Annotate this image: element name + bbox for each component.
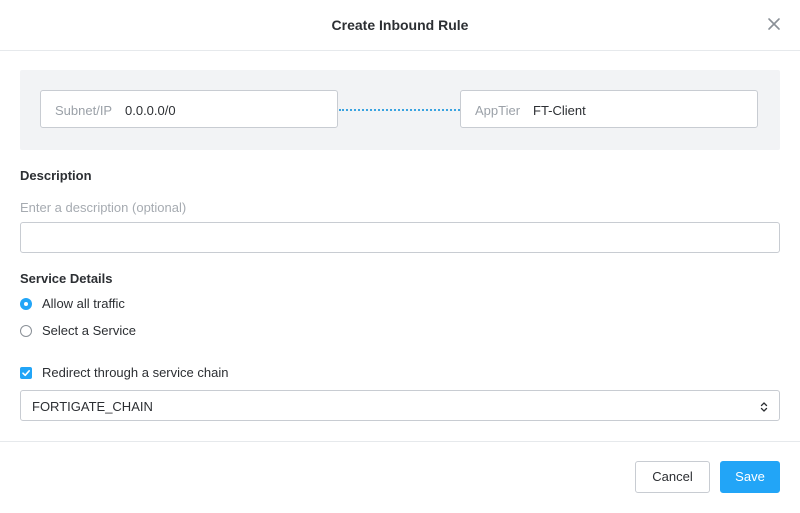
description-hint: Enter a description (optional) [20,200,187,215]
radio-unselected-icon[interactable] [20,325,32,337]
dialog-header: Create Inbound Rule [0,0,800,51]
updown-caret-icon [760,400,768,418]
close-icon[interactable] [766,16,782,32]
radio-label: Allow all traffic [42,296,125,311]
description-input[interactable] [20,222,780,253]
description-heading: Description [20,168,92,183]
checkmark-icon[interactable] [20,367,32,379]
footer-divider [0,441,800,442]
radio-label: Select a Service [42,323,136,338]
dialog-title: Create Inbound Rule [331,17,469,33]
service-details-heading: Service Details [20,271,113,286]
radio-selected-icon[interactable] [20,298,32,310]
destination-type-label: AppTier [475,103,521,118]
selected-chain-value: FORTIGATE_CHAIN [32,399,153,414]
source-type-label: Subnet/IP [55,103,113,118]
checkbox-label: Redirect through a service chain [42,365,229,380]
save-button[interactable]: Save [720,461,780,493]
destination-endpoint-field[interactable]: AppTier FT-Client [460,90,758,128]
destination-value: FT-Client [533,103,586,118]
rule-connector-line [339,109,460,111]
source-endpoint-field[interactable]: Subnet/IP 0.0.0.0/0 [40,90,338,128]
service-chain-select[interactable]: FORTIGATE_CHAIN [20,390,780,421]
rule-endpoints-panel: Subnet/IP 0.0.0.0/0 AppTier FT-Client [20,70,780,150]
source-value: 0.0.0.0/0 [125,103,176,118]
cancel-button[interactable]: Cancel [635,461,710,493]
